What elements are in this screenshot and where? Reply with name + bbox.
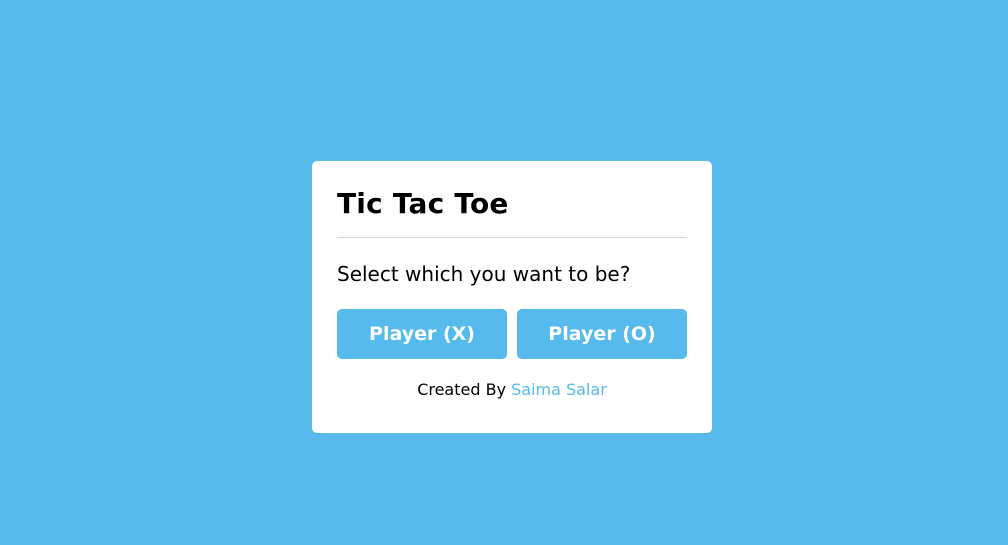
select-prompt: Select which you want to be? [337,262,631,286]
credits: Created By Saima Salar [337,380,687,399]
credits-prefix: Created By [417,380,512,399]
player-options: Player (X) Player (O) [337,309,687,359]
player-x-button[interactable]: Player (X) [337,309,507,359]
player-o-button[interactable]: Player (O) [517,309,687,359]
title-divider [337,237,687,238]
select-player-box: Tic Tac Toe Select which you want to be?… [312,161,712,433]
author-link[interactable]: Saima Salar [511,380,607,399]
game-title: Tic Tac Toe [337,187,509,220]
